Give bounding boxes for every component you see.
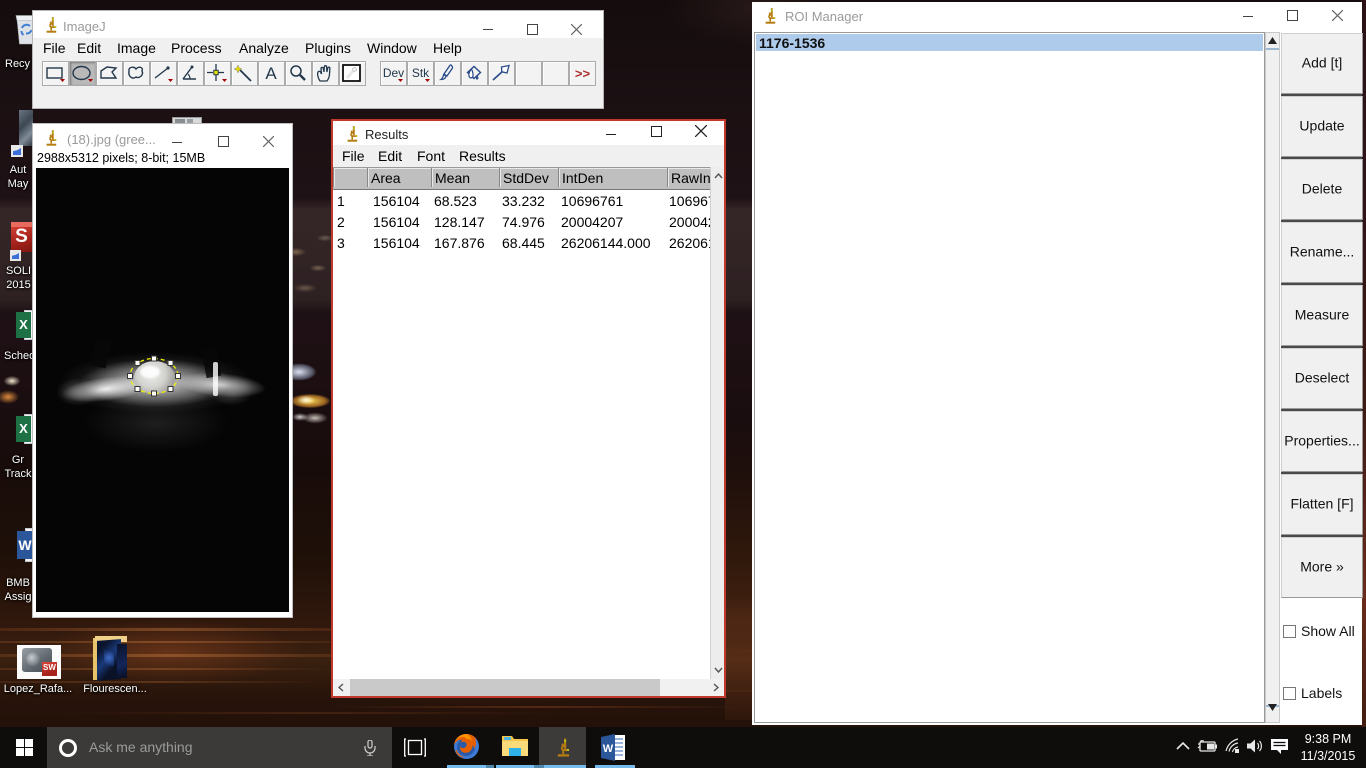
svg-text:W: W [603, 743, 614, 755]
svg-text:A: A [265, 64, 277, 83]
